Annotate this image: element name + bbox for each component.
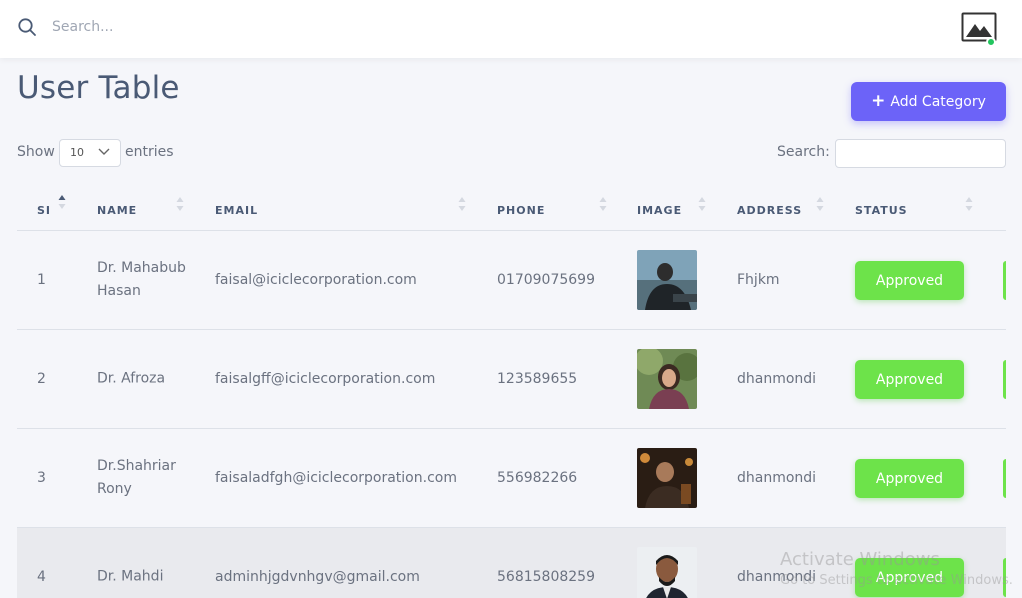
- row-name: Dr. Mahabub Hasan: [97, 260, 186, 299]
- table-row: 1 Dr. Mahabub Hasan faisal@iciclecorpora…: [17, 231, 1006, 330]
- entries-label: entries: [125, 144, 174, 160]
- global-search-input[interactable]: [44, 8, 248, 46]
- user-photo: [637, 547, 697, 598]
- sort-icon[interactable]: [176, 196, 184, 212]
- column-header-email[interactable]: EMAIL: [215, 204, 258, 217]
- row-si: 2: [37, 371, 46, 387]
- page-title: User Table: [17, 70, 180, 106]
- row-si: 3: [37, 470, 46, 486]
- row-name: Dr.Shahriar Rony: [97, 458, 176, 497]
- sort-icon[interactable]: [599, 196, 607, 212]
- table-row: 3 Dr.Shahriar Rony faisaladfgh@iciclecor…: [17, 429, 1006, 528]
- column-header-name[interactable]: NAME: [97, 204, 137, 217]
- search-icon[interactable]: [17, 17, 37, 37]
- table-row: 2 Dr. Afroza faisalgff@iciclecorporation…: [17, 330, 1006, 429]
- user-photo: [637, 349, 697, 409]
- row-name: Dr. Mahdi: [97, 568, 164, 585]
- row-email: faisalgff@iciclecorporation.com: [215, 371, 436, 387]
- column-header-si[interactable]: SI: [37, 204, 51, 217]
- row-email: adminhjgdvnhgv@gmail.com: [215, 569, 420, 585]
- action-button[interactable]: [1003, 261, 1006, 300]
- table-header: SI NAME EMAIL PHONE IMAGE ADDRESS STATUS: [17, 186, 1006, 231]
- column-header-phone[interactable]: PHONE: [497, 204, 545, 217]
- row-address: dhanmondi: [737, 371, 817, 387]
- user-photo: [637, 448, 697, 508]
- sort-icon[interactable]: [698, 196, 706, 212]
- sort-asc-icon[interactable]: [58, 194, 66, 210]
- table-search-label: Search:: [777, 144, 830, 160]
- sort-icon[interactable]: [965, 196, 973, 212]
- status-approved-button[interactable]: Approved: [855, 261, 964, 300]
- row-phone: 556982266: [497, 470, 578, 486]
- row-phone: 56815808259: [497, 569, 595, 585]
- row-email: faisal@iciclecorporation.com: [215, 272, 417, 288]
- activate-windows-watermark: Activate Windows: [780, 549, 940, 570]
- action-button[interactable]: [1003, 459, 1006, 498]
- row-si: 4: [37, 569, 46, 585]
- table-search-input[interactable]: [835, 139, 1006, 168]
- show-label: Show: [17, 144, 55, 160]
- user-table: SI NAME EMAIL PHONE IMAGE ADDRESS STATUS…: [17, 186, 1006, 598]
- plus-icon: +: [871, 91, 886, 111]
- row-email: faisaladfgh@iciclecorporation.com: [215, 470, 457, 486]
- row-address: dhanmondi: [737, 470, 817, 486]
- user-photo: [637, 250, 697, 310]
- activate-windows-subtext: Go to Settings to activate Windows.: [780, 573, 1013, 588]
- column-header-status[interactable]: STATUS: [855, 204, 908, 217]
- entries-value: 10: [70, 146, 84, 159]
- row-name: Dr. Afroza: [97, 370, 166, 387]
- sort-icon[interactable]: [458, 196, 466, 212]
- row-phone: 123589655: [497, 371, 578, 387]
- entries-select[interactable]: 10: [59, 139, 121, 167]
- status-approved-button[interactable]: Approved: [855, 459, 964, 498]
- online-status-dot: [986, 37, 996, 47]
- status-approved-button[interactable]: Approved: [855, 360, 964, 399]
- column-header-image[interactable]: IMAGE: [637, 204, 682, 217]
- sort-icon[interactable]: [816, 196, 824, 212]
- row-address: Fhjkm: [737, 272, 780, 288]
- action-button[interactable]: [1003, 360, 1006, 399]
- top-bar: [0, 0, 1022, 58]
- column-header-address[interactable]: ADDRESS: [737, 204, 802, 217]
- chevron-down-icon: [98, 148, 110, 155]
- row-phone: 01709075699: [497, 272, 595, 288]
- add-category-label: Add Category: [890, 93, 986, 110]
- add-category-button[interactable]: + Add Category: [851, 82, 1006, 121]
- row-si: 1: [37, 272, 46, 288]
